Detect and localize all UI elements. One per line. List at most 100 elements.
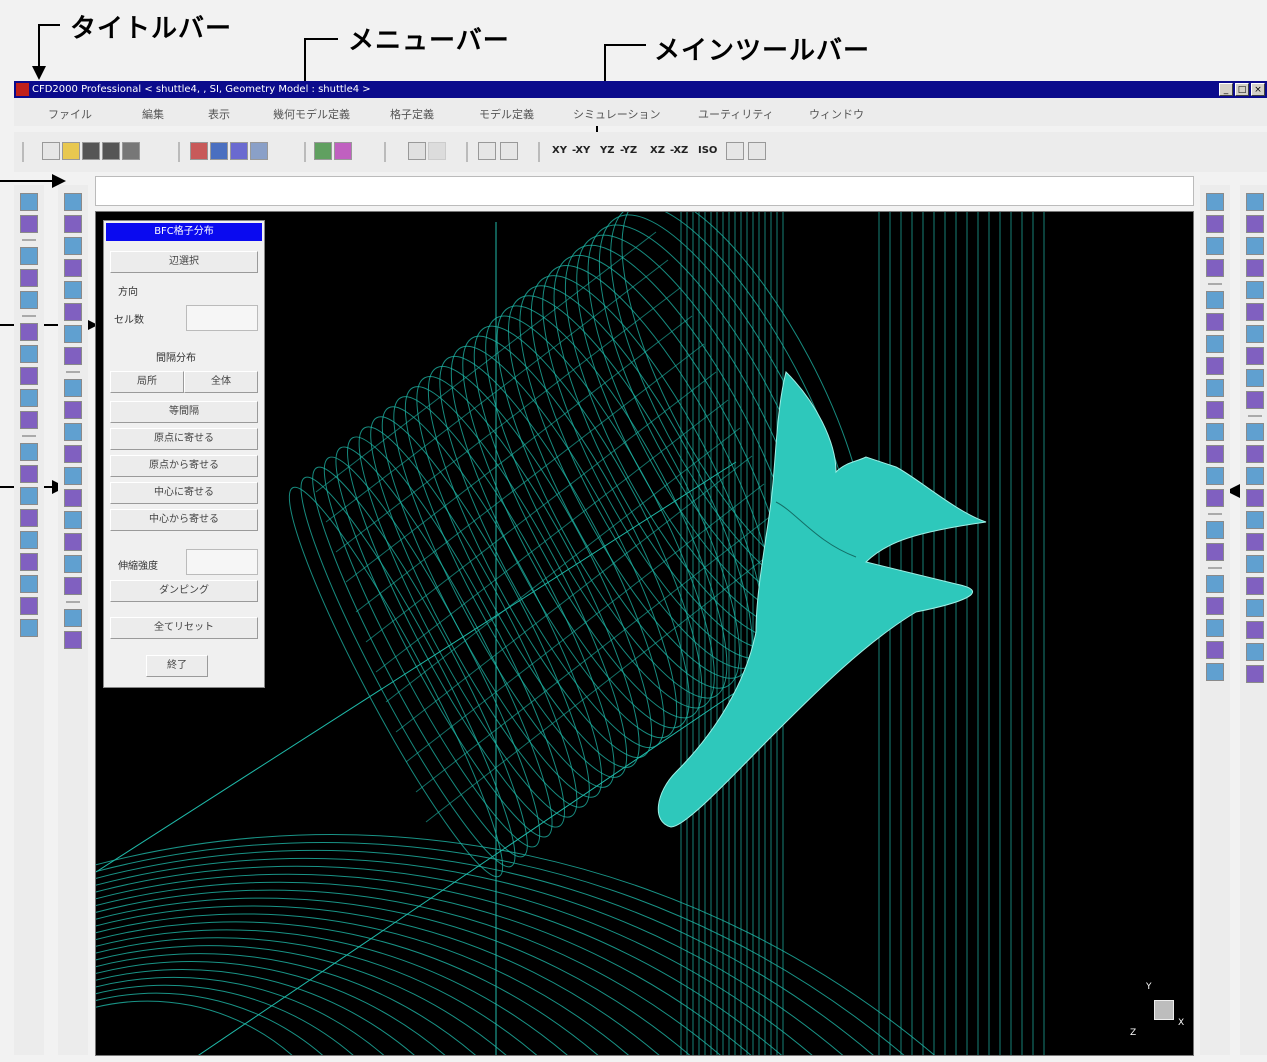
cascade-icon[interactable] — [500, 142, 518, 160]
axis-icon[interactable] — [1246, 303, 1264, 321]
rotate-icon[interactable] — [1246, 259, 1264, 277]
menu-model[interactable]: モデル定義 — [479, 106, 534, 122]
rewind-icon[interactable] — [20, 619, 38, 637]
from-origin-button[interactable]: 原点から寄せる — [110, 455, 258, 477]
view-neg-yz-button[interactable]: -YZ — [620, 145, 637, 156]
green-arrow-icon[interactable] — [1246, 489, 1264, 507]
view-neg-xz-button[interactable]: -XZ — [670, 145, 688, 156]
j-index-icon[interactable] — [20, 553, 38, 571]
reset-all-button[interactable]: 全てリセット — [110, 617, 258, 639]
yellow-panel-icon[interactable] — [1246, 621, 1264, 639]
stretch-input[interactable] — [186, 549, 258, 575]
menu-view[interactable]: 表示 — [208, 106, 230, 122]
menu-simulation[interactable]: シミュレーション — [573, 106, 661, 122]
green-box-icon[interactable] — [20, 323, 38, 341]
cell-count-input[interactable] — [186, 305, 258, 331]
toward-origin-button[interactable]: 原点に寄せる — [110, 428, 258, 450]
surface-icon[interactable] — [64, 237, 82, 255]
view-iso-button[interactable]: ISO — [698, 145, 717, 156]
pen-icon[interactable] — [20, 345, 38, 363]
xz-view-icon[interactable] — [1206, 597, 1224, 615]
view-yz-button[interactable]: YZ — [600, 145, 615, 156]
page-view-icon[interactable] — [748, 142, 766, 160]
transform-icon[interactable] — [64, 609, 82, 627]
grid-icon[interactable] — [20, 367, 38, 385]
polyline-icon[interactable] — [64, 445, 82, 463]
k-index-icon[interactable] — [20, 575, 38, 593]
color-icon[interactable] — [1246, 599, 1264, 617]
mesh-display-icon[interactable] — [314, 142, 332, 160]
command-line[interactable] — [95, 176, 1194, 206]
delete-icon[interactable] — [20, 443, 38, 461]
cube-icon[interactable] — [64, 281, 82, 299]
save-as-icon[interactable] — [102, 142, 120, 160]
front-icon[interactable] — [1206, 641, 1224, 659]
arc-icon[interactable] — [64, 401, 82, 419]
light-icon[interactable] — [1246, 193, 1264, 211]
label-icon[interactable] — [1246, 391, 1264, 409]
arrow-left-icon[interactable] — [1206, 291, 1224, 309]
delete-icon[interactable] — [64, 303, 82, 321]
page-view-icon[interactable] — [726, 142, 744, 160]
xz-view-icon[interactable] — [1206, 619, 1224, 637]
minimize-button[interactable]: _ — [1219, 83, 1233, 96]
layers-icon[interactable] — [1246, 347, 1264, 365]
rectangle-icon[interactable] — [64, 511, 82, 529]
pan-icon[interactable] — [1206, 193, 1224, 211]
toolbar-grip[interactable] — [22, 142, 24, 162]
i-index-icon[interactable] — [20, 531, 38, 549]
fit-icon[interactable] — [1206, 543, 1224, 561]
toward-center-button[interactable]: 中心に寄せる — [110, 482, 258, 504]
local-button[interactable]: 局所 — [110, 371, 184, 393]
maximize-button[interactable]: □ — [1235, 83, 1249, 96]
line-icon[interactable] — [64, 379, 82, 397]
delete-icon[interactable] — [20, 465, 38, 483]
back-icon[interactable] — [1206, 663, 1224, 681]
mesh-icon[interactable] — [20, 247, 38, 265]
rotate-x-icon[interactable] — [1206, 379, 1224, 397]
grid-icon[interactable] — [210, 142, 228, 160]
target-icon[interactable] — [64, 631, 82, 649]
zoom-in-icon[interactable] — [1206, 215, 1224, 233]
color-display-icon[interactable] — [334, 142, 352, 160]
list-icon[interactable] — [20, 487, 38, 505]
arrow-up-icon[interactable] — [1206, 335, 1224, 353]
global-button[interactable]: 全体 — [184, 371, 258, 393]
rotate-y-icon[interactable] — [1206, 401, 1224, 419]
pull-icon[interactable] — [1246, 445, 1264, 463]
index-icon[interactable] — [20, 509, 38, 527]
page-icon[interactable] — [20, 215, 38, 233]
grid-icon[interactable] — [1246, 369, 1264, 387]
curve-icon[interactable] — [64, 215, 82, 233]
damping-button[interactable]: ダンピング — [110, 580, 258, 602]
spin-icon[interactable] — [1206, 467, 1224, 485]
select-edge-button[interactable]: 辺選択 — [110, 251, 258, 273]
xy-view-icon[interactable] — [1206, 575, 1224, 593]
group-icon[interactable] — [64, 533, 82, 551]
spline-icon[interactable] — [64, 423, 82, 441]
scatter-icon[interactable] — [1206, 521, 1224, 539]
tile-icon[interactable] — [478, 142, 496, 160]
equal-spacing-button[interactable]: 等間隔 — [110, 401, 258, 423]
save-icon[interactable] — [82, 142, 100, 160]
close-dialog-button[interactable]: 終了 — [146, 655, 208, 677]
pick-icon[interactable] — [408, 142, 426, 160]
simulation-icon[interactable] — [250, 142, 268, 160]
globe-icon[interactable] — [20, 389, 38, 407]
rotate-z-icon[interactable] — [1206, 423, 1224, 441]
blank-icon[interactable] — [1246, 237, 1264, 255]
sphere-icon[interactable] — [20, 291, 38, 309]
menu-edit[interactable]: 編集 — [142, 106, 164, 122]
spin-icon[interactable] — [1206, 489, 1224, 507]
panel-icon[interactable] — [1246, 555, 1264, 573]
pencil-icon[interactable] — [64, 193, 82, 211]
menu-grid[interactable]: 格子定義 — [390, 106, 434, 122]
scale-icon[interactable] — [64, 325, 82, 343]
rotate-z-icon[interactable] — [1206, 445, 1224, 463]
sp-icon[interactable] — [1246, 665, 1264, 683]
export-icon[interactable] — [1246, 643, 1264, 661]
view-xz-button[interactable]: XZ — [650, 145, 665, 156]
circle-icon[interactable] — [64, 489, 82, 507]
model-icon[interactable] — [230, 142, 248, 160]
blue-panel-icon[interactable] — [1246, 511, 1264, 529]
